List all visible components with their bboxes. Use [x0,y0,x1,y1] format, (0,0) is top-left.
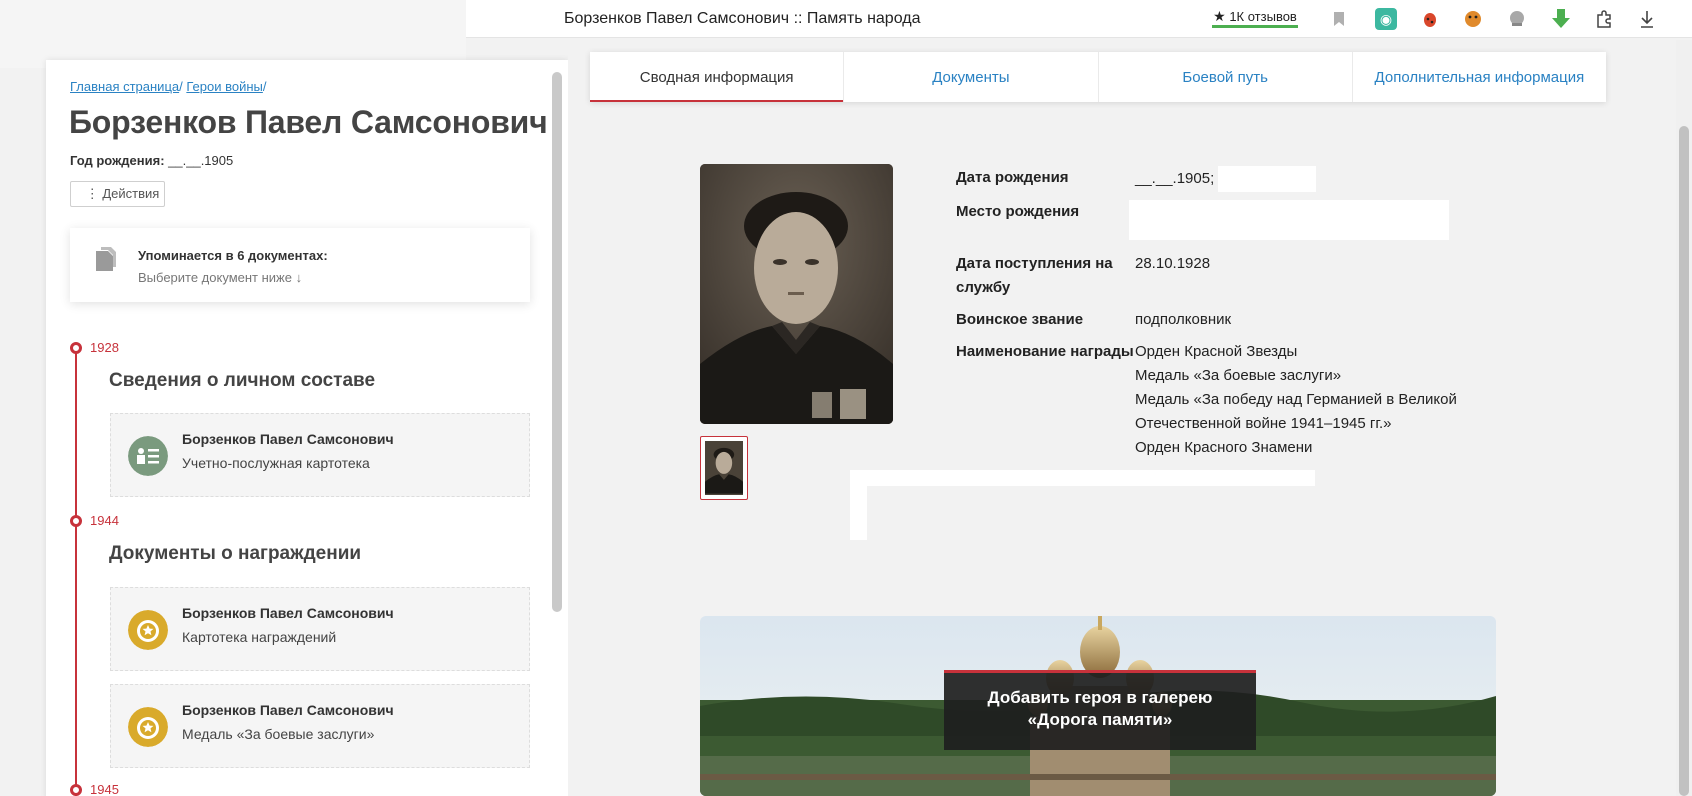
mentions-hint: Выберите документ ниже ↓ [138,270,303,285]
helmet-icon[interactable] [1506,8,1528,30]
tab-summary[interactable]: Сводная информация [590,52,845,102]
breadcrumb-home-link[interactable]: Главная страница [70,79,179,94]
add-to-gallery-button[interactable]: Добавить героя в галерею «Дорога памяти» [944,670,1256,750]
reviews-button[interactable]: ★ 1К отзывов [1212,6,1298,28]
doc-type: Учетно-послужная картотека [182,455,370,471]
medal-icon [128,707,168,747]
download-arrow-icon[interactable] [1550,8,1572,30]
doc-card-medal[interactable]: Борзенков Павел Самсонович Медаль «За бо… [110,684,530,768]
tab-combat-path[interactable]: Боевой путь [1099,52,1353,102]
info-label: Наименование награды [956,343,1134,360]
section-personnel: Сведения о личном составе [109,370,376,391]
redacted-area [850,470,1315,486]
info-row-rank: Воинское звание подполковник [956,308,1516,332]
birth-year: Год рождения: __.__.1905 [70,153,233,168]
sidebar-scrollbar[interactable] [552,72,562,612]
info-row-birth-place: Место рождения [956,200,1516,240]
awards-list: Орден Красной Звезды Медаль «За боевые з… [1135,340,1516,460]
doc-type: Медаль «За боевые заслуги» [182,726,375,742]
info-label: Дата поступления на службу [956,255,1113,296]
tab-bar: Сводная информация Документы Боевой путь… [590,52,1606,102]
medal-icon [128,610,168,650]
doc-person-name: Борзенков Павел Самсонович [182,605,394,621]
puzzle-icon[interactable] [1594,8,1616,30]
tab-documents[interactable]: Документы [844,52,1099,102]
redacted-block [1129,200,1449,240]
mentions-title: Упоминается в 6 документах: [138,248,328,263]
doc-card-award-file[interactable]: Борзенков Павел Самсонович Картотека наг… [110,587,530,671]
info-label: Воинское звание [956,311,1084,328]
timeline-dot [70,784,82,796]
extension-icon[interactable]: ◉ [1375,8,1397,30]
breadcrumb: Главная страница/ Герои войны/ [70,79,267,94]
award-item: Орден Красной Звезды [1135,343,1298,360]
info-label: Место рождения [956,203,1080,220]
timeline-dot [70,342,82,354]
hero-photo[interactable] [700,164,893,424]
birth-date-value: __.__.1905; [1135,169,1215,187]
timeline-year-1945: 1945 [90,782,119,796]
info-row-service-date: Дата поступления на службу 28.10.1928 [956,252,1516,300]
timeline-line [75,347,77,796]
bug-icon[interactable] [1419,8,1441,30]
bookmark-icon[interactable] [1328,8,1350,30]
page-title: Борзенков Павел Самсонович :: Память нар… [564,10,921,27]
gallery-button-line1: Добавить героя в галерею [987,688,1213,707]
hero-name: Борзенков Павел Самсонович [69,104,548,140]
browser-toolbar: Борзенков Павел Самсонович :: Память нар… [466,0,1692,38]
reviews-label: 1К отзывов [1229,9,1297,24]
documents-icon [96,247,116,271]
timeline-year-1928: 1928 [90,340,119,355]
timeline-dot [70,515,82,527]
info-label: Дата рождения [956,169,1069,186]
birth-year-label: Год рождения: [70,153,165,168]
thumbnail-image [705,442,743,494]
info-row-awards: Наименование награды Орден Красной Звезд… [956,340,1516,460]
rank-value: подполковник [1135,311,1232,328]
award-item: Орден Красного Знамени [1135,439,1313,456]
mentions-card: Упоминается в 6 документах: Выберите док… [70,228,530,302]
personnel-card-icon [128,436,168,476]
doc-person-name: Борзенков Павел Самсонович [182,702,394,718]
actions-button[interactable]: ⋮ Действия [70,181,165,207]
hero-sidebar: Главная страница/ Герои войны/ Борзенков… [46,60,568,796]
award-item: Медаль «За победу над Германией в Велико… [1135,391,1457,432]
doc-card-personnel[interactable]: Борзенков Павел Самсонович Учетно-послуж… [110,413,530,497]
download-icon[interactable] [1636,8,1658,30]
breadcrumb-heroes-link[interactable]: Герои войны [186,79,263,94]
hero-info-table: Дата рождения __.__.1905; Место рождения… [956,166,1516,468]
doc-person-name: Борзенков Павел Самсонович [182,431,394,447]
face-icon[interactable] [1462,8,1484,30]
doc-type: Картотека награждений [182,629,337,645]
page-scrollbar-thumb[interactable] [1679,126,1689,796]
tab-additional-info[interactable]: Дополнительная информация [1353,52,1606,102]
portrait-image [700,164,893,424]
section-awards: Документы о награждении [109,543,362,564]
redacted-area [850,470,867,540]
redacted-block [1218,166,1317,192]
left-backdrop [0,0,466,68]
birth-year-value: __.__.1905 [168,153,234,168]
star-icon: ★ [1213,8,1226,24]
info-row-birth-date: Дата рождения __.__.1905; [956,166,1516,192]
main-content: Сводная информация Документы Боевой путь… [568,38,1668,796]
award-item: Медаль «За боевые заслуги» [1135,367,1342,384]
service-date-value: 28.10.1928 [1135,255,1211,272]
gallery-button-line2: «Дорога памяти» [1027,710,1173,729]
photo-thumbnail[interactable] [700,436,748,500]
timeline-year-1944: 1944 [90,513,119,528]
